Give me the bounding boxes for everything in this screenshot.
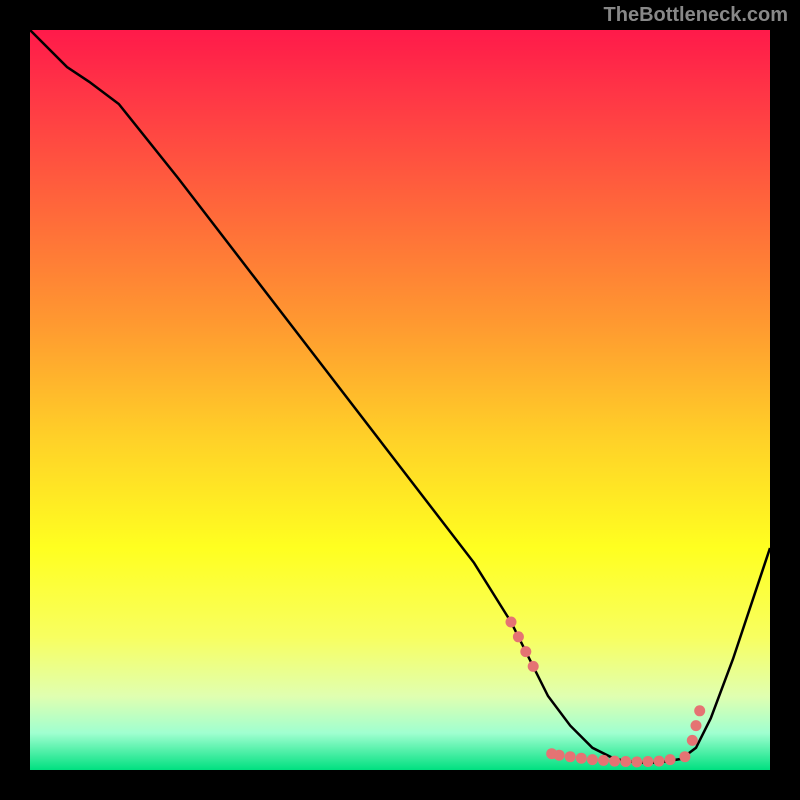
marker-point xyxy=(576,753,587,764)
marker-point xyxy=(506,617,517,628)
marker-point xyxy=(528,661,539,672)
marker-point xyxy=(642,756,653,767)
chart-background xyxy=(30,30,770,770)
marker-point xyxy=(513,631,524,642)
marker-point xyxy=(631,756,642,767)
marker-point xyxy=(620,756,631,767)
marker-point xyxy=(587,754,598,765)
marker-point xyxy=(665,754,676,765)
marker-point xyxy=(520,646,531,657)
chart-svg xyxy=(30,30,770,770)
marker-point xyxy=(565,751,576,762)
attribution-text: TheBottleneck.com xyxy=(604,4,788,27)
marker-point xyxy=(654,756,665,767)
marker-point xyxy=(554,750,565,761)
marker-point xyxy=(694,705,705,716)
marker-point xyxy=(691,720,702,731)
marker-point xyxy=(598,755,609,766)
chart-plot-area xyxy=(30,30,770,770)
marker-point xyxy=(679,751,690,762)
marker-point xyxy=(687,735,698,746)
marker-point xyxy=(609,756,620,767)
